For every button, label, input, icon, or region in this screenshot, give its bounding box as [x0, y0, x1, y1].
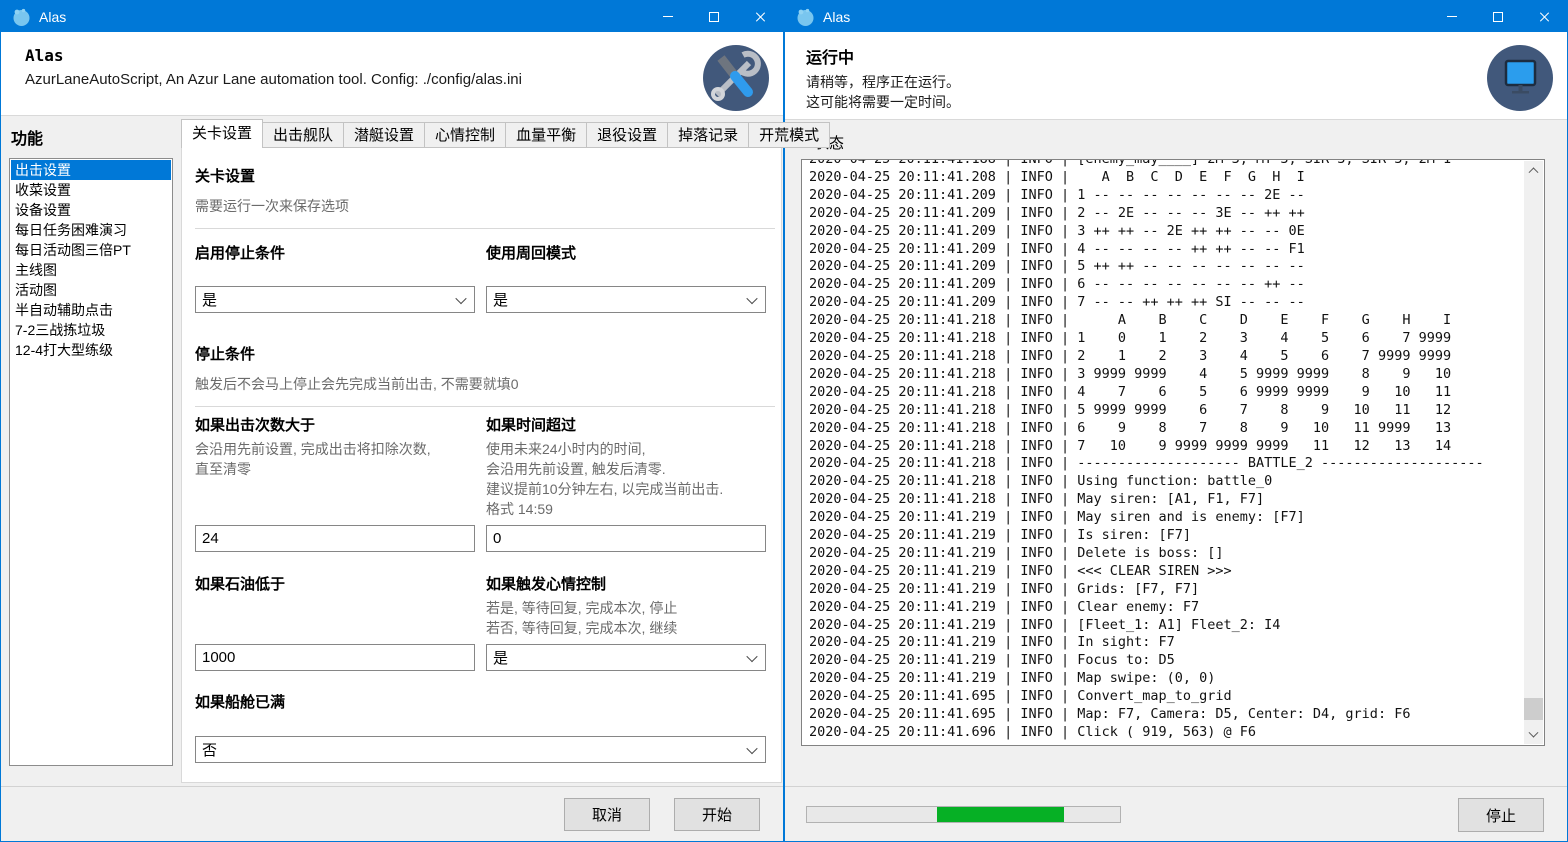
sidebar-item[interactable]: 主线图: [11, 260, 171, 280]
loop-mode-select[interactable]: 是: [486, 286, 766, 313]
chevron-down-icon: [455, 292, 466, 303]
tab[interactable]: 潜艇设置: [343, 122, 425, 148]
sidebar-item[interactable]: 活动图: [11, 280, 171, 300]
dock-full-select[interactable]: 否: [195, 736, 766, 763]
loop-mode-label: 使用周回模式: [486, 242, 766, 263]
chevron-down-icon: [746, 650, 757, 661]
log-window: Alas 运行中 请稍等，程序正在运行。 这可能将需要一定时间。 状态 2020…: [784, 0, 1568, 842]
minimize-icon: [1447, 16, 1457, 17]
sidebar-item[interactable]: 设备设置: [11, 200, 171, 220]
stop-section-title: 停止条件: [195, 343, 775, 364]
close-button[interactable]: [1521, 1, 1567, 32]
app-logo-icon: [11, 7, 31, 27]
count-greater-input[interactable]: [195, 525, 475, 552]
emotion-control-value: 是: [493, 647, 508, 668]
time-over-input[interactable]: [486, 525, 766, 552]
sidebar-item[interactable]: 出击设置: [11, 160, 171, 180]
count-greater-label: 如果出击次数大于: [195, 414, 475, 435]
log-text: 2020-04-25 20:11:41.188 | INFO | [enemy_…: [809, 159, 1523, 742]
titlebar[interactable]: Alas: [1, 1, 783, 32]
app-title: Alas: [25, 46, 783, 65]
app-subtitle: AzurLaneAutoScript, An Azur Lane automat…: [25, 71, 783, 88]
cancel-button[interactable]: 取消: [564, 798, 650, 831]
screen: Alas Alas AzurLaneAutoScript, An Azur La…: [0, 0, 1568, 842]
stop-section-subtitle: 触发后不会马上停止会先完成当前出击, 不需要就填0: [195, 374, 775, 394]
settings-body: 功能 出击设置收菜设置设备设置每日任务困难演习每日活动图三倍PT主线图活动图半自…: [1, 116, 783, 786]
sidebar-item[interactable]: 每日活动图三倍PT: [11, 240, 171, 260]
stop-button[interactable]: 停止: [1458, 798, 1544, 832]
sidebar-item[interactable]: 每日任务困难演习: [11, 220, 171, 240]
app-header: Alas AzurLaneAutoScript, An Azur Lane au…: [1, 32, 783, 116]
function-list[interactable]: 出击设置收菜设置设备设置每日任务困难演习每日活动图三倍PT主线图活动图半自动辅助…: [9, 158, 173, 766]
settings-panel: 关卡设置 需要运行一次来保存选项 启用停止条件 使用周回模式 是 是: [181, 147, 782, 783]
tools-icon: [703, 45, 769, 111]
loop-mode-value: 是: [493, 289, 508, 310]
enable-stop-label: 启用停止条件: [195, 242, 475, 263]
panel-subtitle: 需要运行一次来保存选项: [195, 196, 775, 216]
enable-stop-value: 是: [202, 289, 217, 310]
monitor-icon: [1487, 45, 1553, 111]
time-over-desc: 使用未来24小时内的时间, 会沿用先前设置, 触发后清零. 建议提前10分钟左右…: [486, 439, 766, 519]
chevron-down-icon: [1529, 728, 1539, 738]
settings-footer: 取消 开始: [1, 786, 783, 841]
maximize-button[interactable]: [1475, 1, 1521, 32]
tab[interactable]: 血量平衡: [505, 122, 587, 148]
progress-bar: [806, 806, 1121, 823]
enable-stop-select[interactable]: 是: [195, 286, 475, 313]
minimize-button[interactable]: [645, 1, 691, 32]
run-status-title: 运行中: [806, 44, 1567, 68]
tab[interactable]: 关卡设置: [181, 119, 263, 148]
log-body: 状态 2020-04-25 20:11:41.188 | INFO | [ene…: [785, 120, 1567, 786]
progress-fill: [937, 807, 1064, 822]
tab-bar: 关卡设置出击舰队潜艇设置心情控制血量平衡退役设置掉落记录开荒模式: [181, 119, 829, 148]
dock-full-label: 如果船舱已满: [195, 691, 775, 712]
sidebar-item[interactable]: 半自动辅助点击: [11, 300, 171, 320]
tab[interactable]: 退役设置: [586, 122, 668, 148]
tab[interactable]: 出击舰队: [262, 122, 344, 148]
time-over-label: 如果时间超过: [486, 414, 766, 435]
start-button[interactable]: 开始: [674, 798, 760, 831]
count-greater-desc: 会沿用先前设置, 完成出击将扣除次数, 直至清零: [195, 439, 475, 519]
titlebar[interactable]: Alas: [785, 1, 1567, 32]
emotion-control-desc: 若是, 等待回复, 完成本次, 停止 若否, 等待回复, 完成本次, 继续: [486, 598, 766, 638]
settings-window: Alas Alas AzurLaneAutoScript, An Azur La…: [0, 0, 784, 842]
scrollbar-thumb[interactable]: [1524, 698, 1543, 720]
emotion-control-label: 如果触发心情控制: [486, 573, 766, 594]
dock-full-value: 否: [202, 739, 217, 760]
oil-lower-input[interactable]: [195, 644, 475, 671]
close-icon: [754, 11, 766, 23]
emotion-control-select[interactable]: 是: [486, 644, 766, 671]
minimize-button[interactable]: [1429, 1, 1475, 32]
log-footer: 停止: [785, 786, 1567, 841]
sidebar-item[interactable]: 12-4打大型练级: [11, 340, 171, 360]
divider: [195, 228, 775, 229]
scroll-down-button[interactable]: [1524, 727, 1543, 744]
sidebar-item[interactable]: 7-2三战拣垃圾: [11, 320, 171, 340]
tab[interactable]: 掉落记录: [667, 122, 749, 148]
chevron-down-icon: [746, 292, 757, 303]
app-logo-icon: [795, 7, 815, 27]
scroll-up-button[interactable]: [1524, 161, 1543, 178]
sidebar-item[interactable]: 收菜设置: [11, 180, 171, 200]
log-scrollbar[interactable]: [1524, 161, 1543, 744]
maximize-button[interactable]: [691, 1, 737, 32]
maximize-icon: [1493, 12, 1503, 22]
window-title: Alas: [823, 9, 850, 25]
minimize-icon: [663, 16, 673, 17]
sidebar-heading: 功能: [11, 125, 43, 149]
chevron-up-icon: [1529, 167, 1539, 177]
window-title: Alas: [39, 9, 66, 25]
tab[interactable]: 心情控制: [424, 122, 506, 148]
run-header: 运行中 请稍等，程序正在运行。 这可能将需要一定时间。: [785, 32, 1567, 120]
log-box[interactable]: 2020-04-25 20:11:41.188 | INFO | [enemy_…: [801, 159, 1545, 746]
tab[interactable]: 开荒模式: [748, 122, 830, 148]
oil-lower-label: 如果石油低于: [195, 573, 475, 594]
chevron-down-icon: [746, 742, 757, 753]
panel-title: 关卡设置: [195, 165, 775, 186]
run-status-message: 请稍等，程序正在运行。 这可能将需要一定时间。: [806, 72, 1567, 112]
close-button[interactable]: [737, 1, 783, 32]
close-icon: [1538, 11, 1550, 23]
divider: [195, 406, 775, 407]
maximize-icon: [709, 12, 719, 22]
